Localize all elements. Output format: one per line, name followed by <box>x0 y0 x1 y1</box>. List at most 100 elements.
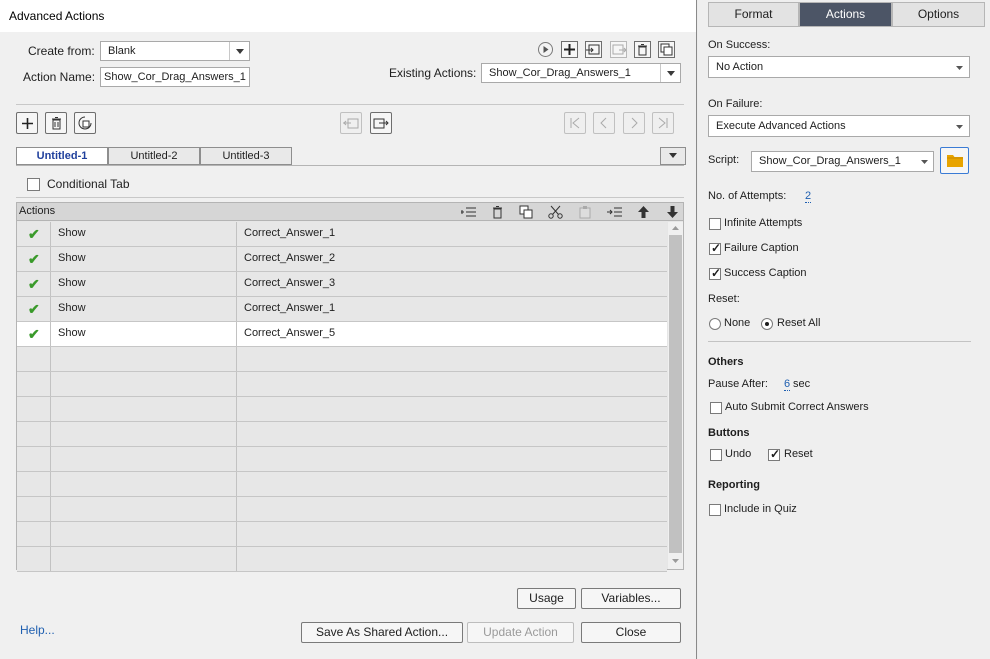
infinite-attempts-checkbox[interactable] <box>709 218 721 230</box>
undo-checkbox[interactable] <box>710 449 722 461</box>
action-cell[interactable] <box>51 472 237 496</box>
scroll-down-icon[interactable] <box>671 558 680 564</box>
target-cell[interactable] <box>237 447 667 471</box>
arrow-up-icon[interactable] <box>637 205 650 219</box>
help-link[interactable]: Help... <box>20 623 55 637</box>
tab-format[interactable]: Format <box>708 2 799 27</box>
next-decision-button[interactable] <box>623 112 645 134</box>
target-cell[interactable] <box>237 422 667 446</box>
reset-all-radio[interactable] <box>761 318 773 330</box>
vertical-scrollbar[interactable] <box>668 222 683 569</box>
close-button[interactable]: Close <box>581 622 681 643</box>
first-decision-button[interactable] <box>564 112 586 134</box>
target-cell[interactable] <box>237 472 667 496</box>
action-cell[interactable]: Show <box>51 322 237 346</box>
on-failure-dropdown[interactable]: Execute Advanced Actions <box>708 115 970 137</box>
action-cell[interactable] <box>51 347 237 371</box>
reset-none-radio[interactable] <box>709 318 721 330</box>
delete-decision-button[interactable] <box>45 112 67 134</box>
action-cell[interactable]: Show <box>51 272 237 296</box>
move-left-button[interactable] <box>340 112 362 134</box>
usage-button[interactable]: Usage <box>517 588 576 609</box>
table-row[interactable]: ✔ Show Correct_Answer_1 <box>17 222 667 247</box>
action-cell[interactable] <box>51 422 237 446</box>
save-as-shared-action-button[interactable]: Save As Shared Action... <box>301 622 463 643</box>
insert-row-icon[interactable] <box>461 205 477 219</box>
table-row[interactable]: ✔ Show Correct_Answer_1 <box>17 297 667 322</box>
move-right-button[interactable] <box>370 112 392 134</box>
table-row[interactable] <box>17 547 667 572</box>
tab-untitled-1[interactable]: Untitled-1 <box>16 147 108 165</box>
target-cell[interactable] <box>237 497 667 521</box>
action-cell[interactable]: Show <box>51 247 237 271</box>
table-row[interactable] <box>17 497 667 522</box>
target-cell[interactable] <box>237 347 667 371</box>
table-row[interactable] <box>17 522 667 547</box>
pause-after-value[interactable]: 6 <box>784 378 791 391</box>
table-row[interactable]: ✔ Show Correct_Answer_2 <box>17 247 667 272</box>
target-cell[interactable] <box>237 397 667 421</box>
on-success-dropdown[interactable]: No Action <box>708 56 970 78</box>
duplicate-action-icon[interactable] <box>658 41 675 58</box>
delete-row-icon[interactable] <box>491 205 504 219</box>
table-row[interactable] <box>17 472 667 497</box>
action-cell[interactable] <box>51 497 237 521</box>
conditional-tab-checkbox[interactable] <box>27 178 40 191</box>
import-action-icon[interactable] <box>585 41 602 58</box>
delete-action-icon[interactable] <box>634 41 651 58</box>
tab-actions[interactable]: Actions <box>799 2 892 27</box>
existing-actions-dropdown[interactable]: Show_Cor_Drag_Answers_1 <box>481 63 681 83</box>
table-row[interactable] <box>17 397 667 422</box>
target-cell[interactable]: Correct_Answer_3 <box>237 272 667 296</box>
export-action-icon[interactable] <box>610 41 627 58</box>
tab-untitled-2[interactable]: Untitled-2 <box>108 147 200 165</box>
create-from-dropdown[interactable]: Blank <box>100 41 250 61</box>
target-cell[interactable] <box>237 547 667 571</box>
arrow-down-icon[interactable] <box>666 205 679 219</box>
add-action-icon[interactable] <box>561 41 578 58</box>
failure-caption-checkbox[interactable] <box>709 241 721 255</box>
tab-untitled-3[interactable]: Untitled-3 <box>200 147 292 165</box>
auto-submit-checkbox[interactable] <box>710 402 722 414</box>
table-row[interactable] <box>17 447 667 472</box>
tab-options[interactable]: Options <box>892 2 985 27</box>
include-in-quiz-checkbox[interactable] <box>709 504 721 516</box>
reset-checkbox[interactable] <box>768 447 780 461</box>
scrollbar-thumb[interactable] <box>669 235 682 553</box>
update-action-button[interactable]: Update Action <box>467 622 574 643</box>
success-caption-checkbox[interactable] <box>709 266 721 280</box>
target-cell[interactable]: Correct_Answer_1 <box>237 222 667 246</box>
indent-row-icon[interactable] <box>607 205 623 219</box>
target-cell[interactable] <box>237 372 667 396</box>
table-row[interactable]: ✔ Show Correct_Answer_5 <box>17 322 667 347</box>
open-advanced-actions-button[interactable] <box>940 147 969 174</box>
target-cell[interactable]: Correct_Answer_1 <box>237 297 667 321</box>
scroll-up-icon[interactable] <box>671 225 680 231</box>
table-row[interactable]: ✔ Show Correct_Answer_3 <box>17 272 667 297</box>
target-cell[interactable] <box>237 522 667 546</box>
preview-play-icon[interactable] <box>537 41 554 58</box>
action-cell[interactable] <box>51 372 237 396</box>
script-dropdown[interactable]: Show_Cor_Drag_Answers_1 <box>751 151 934 172</box>
attempts-value[interactable]: 2 <box>805 190 812 203</box>
action-cell[interactable]: Show <box>51 297 237 321</box>
table-row[interactable] <box>17 372 667 397</box>
action-cell[interactable] <box>51 397 237 421</box>
table-row[interactable] <box>17 422 667 447</box>
last-decision-button[interactable] <box>652 112 674 134</box>
action-cell[interactable] <box>51 447 237 471</box>
action-name-input[interactable]: Show_Cor_Drag_Answers_1 <box>100 67 250 87</box>
target-cell[interactable]: Correct_Answer_2 <box>237 247 667 271</box>
action-cell[interactable] <box>51 547 237 571</box>
table-row[interactable] <box>17 347 667 372</box>
tab-list-dropdown[interactable] <box>660 147 686 165</box>
action-cell[interactable] <box>51 522 237 546</box>
variables-button[interactable]: Variables... <box>581 588 681 609</box>
target-cell[interactable]: Correct_Answer_5 <box>237 322 667 346</box>
copy-row-icon[interactable] <box>519 205 533 219</box>
duplicate-decision-button[interactable] <box>74 112 96 134</box>
paste-icon[interactable] <box>578 205 592 219</box>
add-decision-button[interactable] <box>16 112 38 134</box>
cut-icon[interactable] <box>548 205 564 219</box>
action-cell[interactable]: Show <box>51 222 237 246</box>
